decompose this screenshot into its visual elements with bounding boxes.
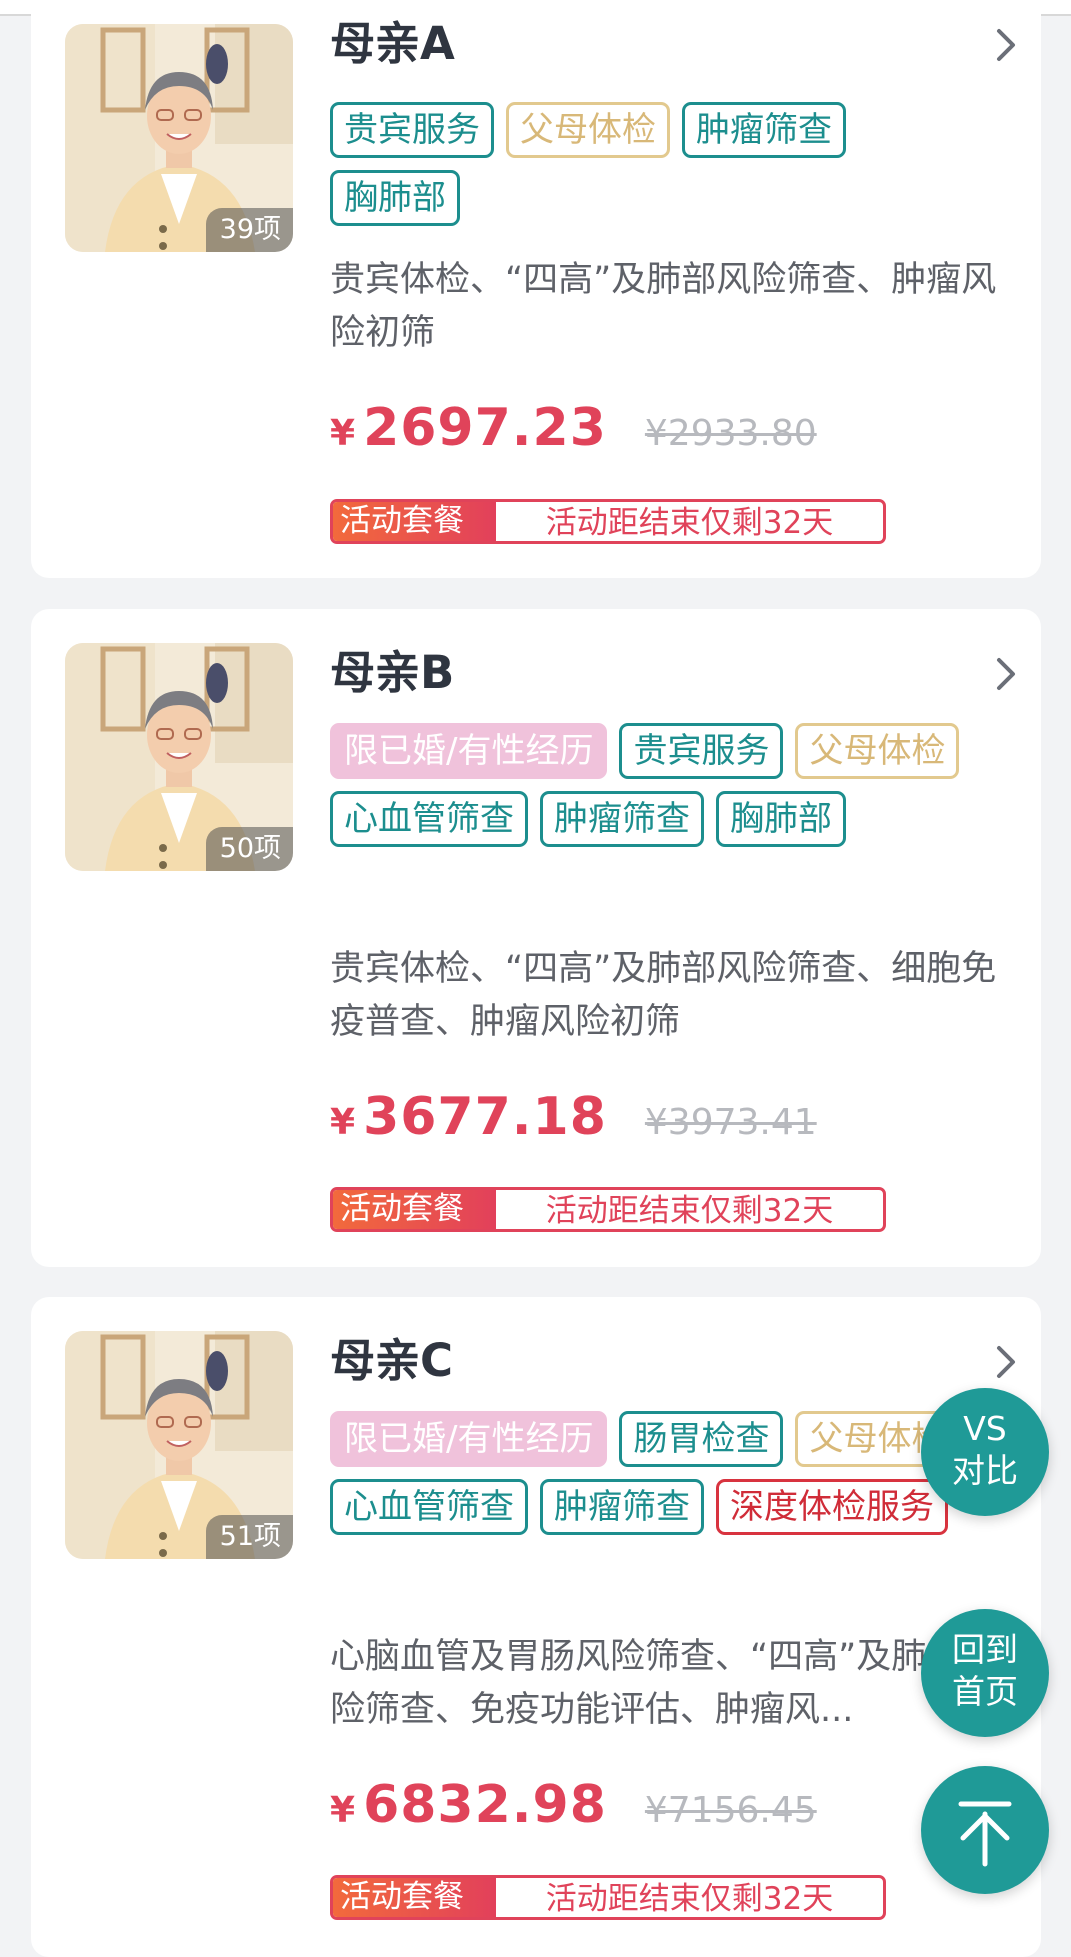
promo-banner: 活动套餐 活动距结束仅剩32天 bbox=[330, 1187, 886, 1232]
currency-symbol: ¥ bbox=[330, 1102, 356, 1143]
tag-list: 限已婚/有性经历 贵宾服务 父母体检 心血管筛查 肿瘤筛查 胸肺部 bbox=[330, 723, 970, 847]
promo-countdown: 活动距结束仅剩32天 bbox=[545, 505, 834, 541]
tag-badge: 肿瘤筛查 bbox=[540, 1479, 704, 1535]
package-description: 心脑血管及胃肠风险筛查、“四高”及肺部风险筛查、免疫功能评估、肿瘤风... bbox=[330, 1637, 997, 1730]
tag-badge: 心血管筛查 bbox=[330, 791, 528, 847]
tag-list: 限已婚/有性经历 肠胃检查 父母体检 心血管筛查 肿瘤筛查 深度体检服务 bbox=[330, 1411, 970, 1535]
chevron-right-icon[interactable] bbox=[995, 28, 1017, 62]
promo-label: 活动套餐 bbox=[333, 502, 496, 541]
currency-symbol: ¥ bbox=[330, 1790, 356, 1831]
sale-price: 3677.18 bbox=[363, 1087, 607, 1147]
price-row: ¥ 6832.98 ¥7156.45 bbox=[330, 1775, 817, 1835]
promo-label: 活动套餐 bbox=[333, 1878, 496, 1917]
package-card-b[interactable]: 50项 母亲B 限已婚/有性经历 贵宾服务 父母体检 心血管筛查 肿瘤筛查 胸肺… bbox=[31, 609, 1041, 1267]
tag-badge: 限已婚/有性经历 bbox=[330, 723, 608, 779]
tag-list: 贵宾服务 父母体检 肿瘤筛查 胸肺部 bbox=[330, 102, 970, 226]
chevron-right-icon[interactable] bbox=[995, 657, 1017, 691]
tag-badge: 肿瘤筛查 bbox=[540, 791, 704, 847]
back-to-top-button[interactable] bbox=[921, 1766, 1049, 1894]
currency-symbol: ¥ bbox=[330, 413, 356, 454]
sale-price: 2697.23 bbox=[363, 398, 607, 458]
tag-badge: 贵宾服务 bbox=[619, 723, 784, 779]
tag-badge: 肿瘤筛查 bbox=[682, 102, 846, 158]
tag-badge: 限已婚/有性经历 bbox=[330, 1411, 608, 1467]
promo-banner: 活动套餐 活动距结束仅剩32天 bbox=[330, 499, 886, 544]
compare-button[interactable]: VS 对比 bbox=[921, 1388, 1049, 1516]
promo-countdown: 活动距结束仅剩32天 bbox=[545, 1193, 834, 1229]
promo-banner: 活动套餐 活动距结束仅剩32天 bbox=[330, 1875, 886, 1920]
tag-badge: 父母体检 bbox=[506, 102, 670, 158]
item-count-badge: 39项 bbox=[205, 208, 293, 252]
tag-badge: 心血管筛查 bbox=[330, 1479, 528, 1535]
price-row: ¥ 3677.18 ¥3973.41 bbox=[330, 1087, 817, 1147]
package-thumbnail: 51项 bbox=[65, 1331, 293, 1559]
promo-countdown: 活动距结束仅剩32天 bbox=[545, 1881, 834, 1917]
package-card-a[interactable]: 39项 母亲A 贵宾服务 父母体检 肿瘤筛查 胸肺部 贵宾体检、“四高”及肺部风… bbox=[31, 0, 1041, 578]
item-count-badge: 50项 bbox=[205, 827, 293, 871]
back-home-label-2: 首页 bbox=[952, 1672, 1018, 1711]
back-home-label-1: 回到 bbox=[952, 1630, 1018, 1669]
package-title: 母亲C bbox=[330, 1334, 454, 1387]
tag-badge: 深度体检服务 bbox=[716, 1479, 948, 1535]
package-title: 母亲B bbox=[330, 646, 455, 699]
tag-badge: 父母体检 bbox=[795, 723, 960, 779]
original-price: ¥2933.80 bbox=[644, 413, 817, 454]
promo-label: 活动套餐 bbox=[333, 1190, 496, 1229]
package-description: 贵宾体检、“四高”及肺部风险筛查、细胞免疫普查、肿瘤风险初筛 bbox=[330, 949, 997, 1042]
tag-badge: 胸肺部 bbox=[716, 791, 846, 847]
tag-badge: 胸肺部 bbox=[330, 170, 460, 226]
price-row: ¥ 2697.23 ¥2933.80 bbox=[330, 398, 817, 458]
compare-button-label-vs: VS bbox=[963, 1409, 1007, 1448]
tag-badge: 肠胃检查 bbox=[619, 1411, 784, 1467]
package-thumbnail: 50项 bbox=[65, 643, 293, 871]
original-price: ¥7156.45 bbox=[644, 1790, 817, 1831]
package-card-c[interactable]: 51项 母亲C 限已婚/有性经历 肠胃检查 父母体检 心血管筛查 肿瘤筛查 深度… bbox=[31, 1297, 1041, 1957]
tag-badge: 贵宾服务 bbox=[330, 102, 494, 158]
package-title: 母亲A bbox=[330, 17, 455, 70]
sale-price: 6832.98 bbox=[363, 1775, 607, 1835]
package-description: 贵宾体检、“四高”及肺部风险筛查、肿瘤风险初筛 bbox=[330, 260, 997, 353]
arrow-up-to-top-icon bbox=[958, 1801, 1012, 1867]
compare-button-label: 对比 bbox=[952, 1451, 1018, 1490]
back-home-button[interactable]: 回到 首页 bbox=[921, 1609, 1049, 1737]
item-count-badge: 51项 bbox=[205, 1515, 293, 1559]
package-thumbnail: 39项 bbox=[65, 24, 293, 252]
original-price: ¥3973.41 bbox=[644, 1102, 817, 1143]
chevron-right-icon[interactable] bbox=[995, 1345, 1017, 1379]
